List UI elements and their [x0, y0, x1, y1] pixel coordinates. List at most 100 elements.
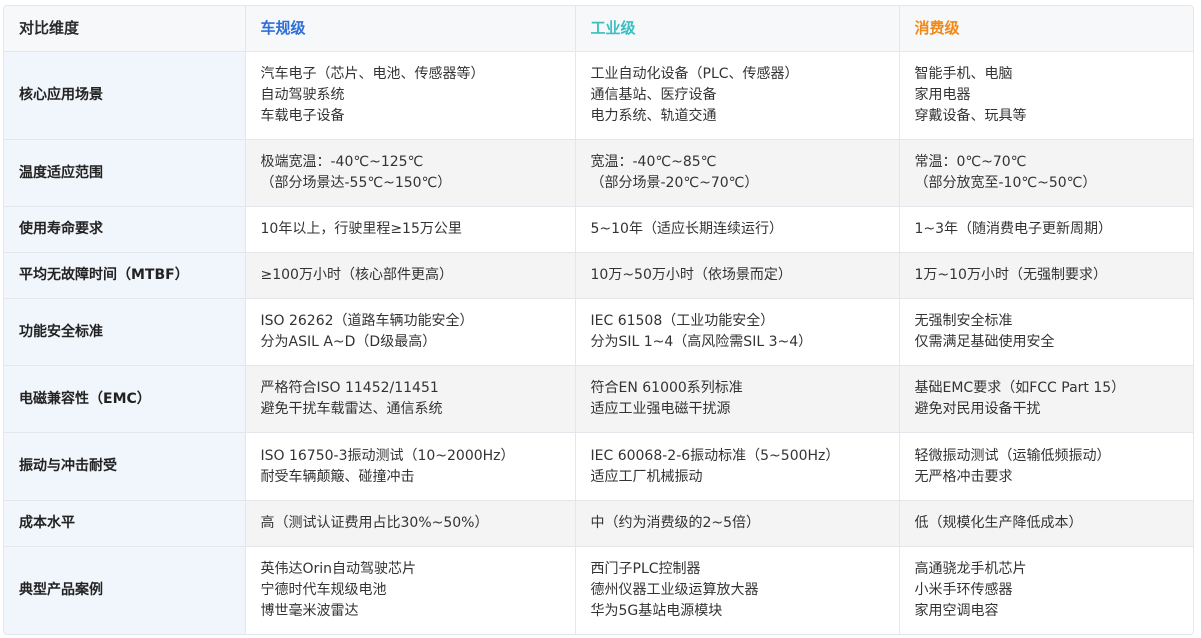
cell-text-line: 无强制安全标准 — [914, 313, 1013, 329]
cell-text-line: 避免对民用设备干扰 — [914, 401, 1041, 417]
cell-industrial: 工业自动化设备（PLC、传感器） 通信基站、医疗设备 电力系统、轨道交通 — [575, 51, 900, 140]
cell-text-line: 基础EMC要求（如FCC Part 15） — [914, 380, 1126, 396]
table-row: 核心应用场景 汽车电子（芯片、电池、传感器等） 自动驾驶系统 车载电子设备 工业自动化设… — [4, 51, 1193, 140]
cell-automotive: 严格符合ISO 11452/11451 避免干扰车载雷达、通信系统 — [245, 365, 576, 433]
cell-industrial: IEC 61508（工业功能安全） 分为SIL 1~4（高风险需SIL 3~4） — [575, 298, 900, 366]
comparison-table: 对比维度 车规级 工业级 消费级 核心应用场景 汽车电子（芯片、电池、传感器等） 自… — [4, 6, 1193, 634]
cell-text-line: （部分场景-20℃~70℃） — [590, 175, 759, 191]
cell-industrial: 宽温：-40℃~85℃ （部分场景-20℃~70℃） — [575, 139, 900, 207]
cell-text-line: 无严格冲击要求 — [914, 468, 1013, 485]
cell-consumer: 智能手机、电脑 家用电器穿戴设备、玩具等 — [899, 51, 1193, 140]
table-row: 振动与冲击耐受 ISO 16750-3振动测试（10~2000Hz） 耐受车辆颠簸、… — [4, 432, 1193, 501]
row-dimension-label: 平均无故障时间（MTBF） — [4, 252, 246, 299]
cell-text-line: 高通骁龙手机芯片 — [914, 561, 1027, 577]
cell-industrial: 10万~50万小时（依场景而定） — [575, 252, 900, 299]
cell-text-line: 车载电子设备 — [260, 108, 345, 124]
header-automotive: 车规级 — [245, 6, 576, 52]
table-row: 成本水平 高（测试认证费用占比30%~50%） 中（约为消费级的2~5倍） 低（规模化… — [4, 500, 1193, 547]
cell-industrial: 5~10年（适应长期连续运行） — [575, 206, 900, 253]
header-row: 对比维度 车规级 工业级 消费级 — [4, 6, 1193, 52]
cell-text-line: 常温：0℃~70℃ — [914, 154, 1027, 170]
cell-text-line: 博世毫米波雷达 — [260, 603, 359, 619]
cell-text-line: ISO 26262（道路车辆功能安全） — [260, 313, 474, 329]
cell-text-line: 西门子PLC控制器 — [590, 561, 701, 577]
cell-text-line: 自动驾驶系统 — [260, 87, 345, 103]
cell-consumer: 1万~10万小时（无强制要求） — [899, 252, 1193, 299]
cell-text-line: ISO 16750-3振动测试（10~2000Hz） — [260, 447, 515, 464]
cell-consumer: 高通骁龙手机芯片 小米手环传感器 家用空调电容 — [899, 546, 1193, 634]
cell-industrial: 中（约为消费级的2~5倍） — [575, 500, 900, 547]
cell-consumer: 基础EMC要求（如FCC Part 15） 避免对民用设备干扰 — [899, 365, 1193, 433]
cell-text-line: 工业自动化设备（PLC、传感器） — [590, 66, 799, 82]
cell-text-line: 1万~10万小时（无强制要求） — [914, 267, 1107, 283]
cell-text-line: 适应工厂机械振动 — [590, 468, 703, 485]
cell-text-line: ≥100万小时（核心部件更高） — [260, 267, 453, 283]
cell-text-line: 符合EN 61000系列标准 — [590, 380, 743, 396]
cell-text-line: 适应工业强电磁干扰源 — [590, 401, 731, 417]
cell-text-line: 1~3年（随消费电子更新周期） — [914, 221, 1113, 237]
cell-text-line: 仅需满足基础使用安全 — [914, 334, 1055, 350]
cell-text-line: 宁德时代车规级电池 — [260, 582, 387, 598]
cell-automotive: 高（测试认证费用占比30%~50%） — [245, 500, 576, 547]
cell-automotive: 10年以上，行驶里程≥15万公里 — [245, 206, 576, 253]
table-row: 典型产品案例 英伟达Orin自动驾驶芯片 宁德时代车规级电池 博世毫米波雷达 西门子PL… — [4, 546, 1193, 634]
cell-consumer: 低（规模化生产降低成本） — [899, 500, 1193, 547]
cell-text-line: 轻微振动测试（运输低频振动） — [914, 447, 1111, 464]
cell-text-line: IEC 60068-2-6振动标准（5~500Hz） — [590, 447, 840, 464]
cell-text-line: 小米手环传感器 — [914, 582, 1013, 598]
cell-industrial: 西门子PLC控制器德州仪器工业级运算放大器 华为5G基站电源模块 — [575, 546, 900, 634]
table-row: 温度适应范围 极端宽温：-40℃~125℃ （部分场景达-55℃~150℃） 宽温：-… — [4, 139, 1193, 207]
cell-automotive: 汽车电子（芯片、电池、传感器等） 自动驾驶系统 车载电子设备 — [245, 51, 576, 140]
cell-text-line: 低（规模化生产降低成本） — [914, 515, 1083, 531]
cell-text-line: 电力系统、轨道交通 — [590, 108, 717, 124]
table-row: 电磁兼容性（EMC） 严格符合ISO 11452/11451 避免干扰车载雷达、通信… — [4, 365, 1193, 433]
table-row: 功能安全标准 ISO 26262（道路车辆功能安全） 分为ASIL A~D（D级最高… — [4, 298, 1193, 366]
cell-text-line: 严格符合ISO 11452/11451 — [260, 380, 439, 396]
header-consumer: 消费级 — [899, 6, 1193, 52]
cell-text-line: 智能手机、电脑 — [914, 66, 1013, 82]
cell-consumer: 轻微振动测试（运输低频振动） 无严格冲击要求 — [899, 432, 1193, 501]
cell-automotive: 极端宽温：-40℃~125℃ （部分场景达-55℃~150℃） — [245, 139, 576, 207]
cell-text-line: 通信基站、医疗设备 — [590, 87, 717, 103]
cell-text-line: 中（约为消费级的2~5倍） — [590, 515, 761, 531]
cell-text-line: 分为ASIL A~D（D级最高） — [260, 334, 437, 350]
row-dimension-label: 核心应用场景 — [4, 51, 246, 140]
cell-text-line: 高（测试认证费用占比30%~50%） — [260, 515, 489, 531]
cell-automotive: 英伟达Orin自动驾驶芯片 宁德时代车规级电池 博世毫米波雷达 — [245, 546, 576, 634]
cell-text-line: 避免干扰车载雷达、通信系统 — [260, 401, 443, 417]
cell-text-line: 汽车电子（芯片、电池、传感器等） — [260, 66, 485, 82]
cell-text-line: 德州仪器工业级运算放大器 — [590, 582, 759, 598]
cell-automotive: ISO 16750-3振动测试（10~2000Hz） 耐受车辆颠簸、碰撞冲击 — [245, 432, 576, 501]
cell-text-line: 耐受车辆颠簸、碰撞冲击 — [260, 468, 415, 485]
cell-text-line: 家用电器 — [914, 87, 971, 103]
cell-automotive: ISO 26262（道路车辆功能安全） 分为ASIL A~D（D级最高） — [245, 298, 576, 366]
cell-text-line: 分为SIL 1~4（高风险需SIL 3~4） — [590, 334, 813, 350]
cell-text-line: （部分场景达-55℃~150℃） — [260, 175, 452, 191]
cell-consumer: 无强制安全标准仅需满足基础使用安全 — [899, 298, 1193, 366]
table-row: 平均无故障时间（MTBF） ≥100万小时（核心部件更高） 10万~50万小时（依场… — [4, 252, 1193, 299]
cell-text-line: （部分放宽至-10℃~50℃） — [914, 175, 1097, 191]
cell-industrial: 符合EN 61000系列标准 适应工业强电磁干扰源 — [575, 365, 900, 433]
row-dimension-label: 电磁兼容性（EMC） — [4, 365, 246, 433]
cell-text-line: 极端宽温：-40℃~125℃ — [260, 154, 424, 170]
table-header: 对比维度 车规级 工业级 消费级 — [4, 6, 1193, 52]
cell-text-line: IEC 61508（工业功能安全） — [590, 313, 775, 329]
header-industrial: 工业级 — [575, 6, 900, 52]
header-dimension: 对比维度 — [4, 6, 246, 52]
cell-consumer: 常温：0℃~70℃ （部分放宽至-10℃~50℃） — [899, 139, 1193, 207]
table-body: 核心应用场景 汽车电子（芯片、电池、传感器等） 自动驾驶系统 车载电子设备 工业自动化设… — [4, 51, 1193, 634]
cell-industrial: IEC 60068-2-6振动标准（5~500Hz） 适应工厂机械振动 — [575, 432, 900, 501]
row-dimension-label: 振动与冲击耐受 — [4, 432, 246, 501]
cell-consumer: 1~3年（随消费电子更新周期） — [899, 206, 1193, 253]
cell-text-line: 家用空调电容 — [914, 603, 999, 619]
row-dimension-label: 典型产品案例 — [4, 546, 246, 634]
cell-text-line: 华为5G基站电源模块 — [590, 603, 723, 619]
table-row: 使用寿命要求 10年以上，行驶里程≥15万公里 5~10年（适应长期连续运行） 1~3… — [4, 206, 1193, 253]
cell-text-line: 10年以上，行驶里程≥15万公里 — [260, 221, 462, 237]
cell-text-line: 10万~50万小时（依场景而定） — [590, 267, 792, 283]
cell-text-line: 5~10年（适应长期连续运行） — [590, 221, 783, 237]
cell-automotive: ≥100万小时（核心部件更高） — [245, 252, 576, 299]
cell-text-line: 穿戴设备、玩具等 — [914, 108, 1027, 124]
row-dimension-label: 使用寿命要求 — [4, 206, 246, 253]
row-dimension-label: 温度适应范围 — [4, 139, 246, 207]
